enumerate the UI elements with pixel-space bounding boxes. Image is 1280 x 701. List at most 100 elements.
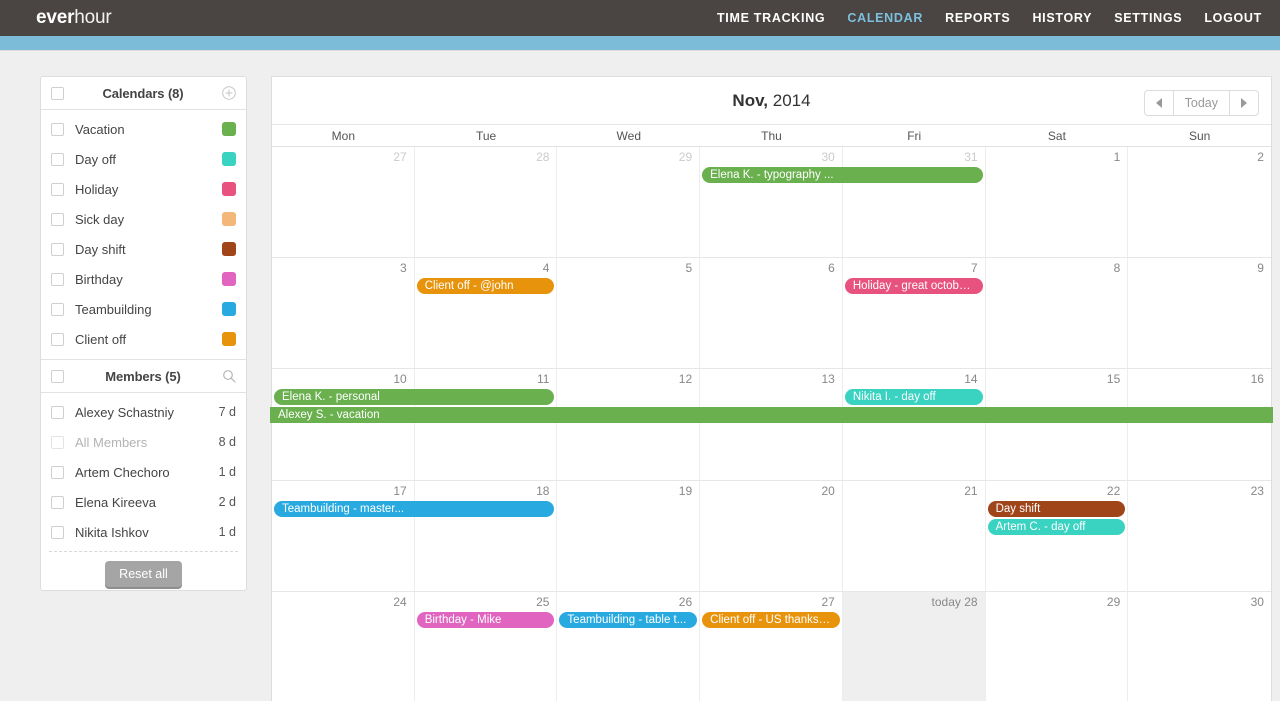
member-filter-row[interactable]: Elena Kireeva 2 d (41, 487, 246, 517)
member-checkbox[interactable] (51, 525, 64, 539)
day-cell[interactable]: 6 (700, 258, 843, 369)
day-cell[interactable]: 28 (415, 147, 558, 258)
calendar-label: Sick day (75, 211, 125, 227)
calendar-event[interactable]: Holiday - great octobe... (844, 278, 983, 295)
day-cell[interactable]: 8 (986, 258, 1129, 369)
dow-fri: Fri (907, 128, 922, 143)
calendar-filter-row[interactable]: Teambuilding (41, 294, 246, 324)
day-cell[interactable]: 29 (557, 147, 701, 258)
day-cell[interactable]: 29 (986, 591, 1129, 701)
day-number: 30 (821, 150, 835, 164)
calendar-checkbox[interactable] (51, 242, 64, 256)
calendar-event[interactable]: Artem C. - day off (987, 518, 1126, 535)
day-cell[interactable]: 31 (843, 147, 986, 258)
member-name: Nikita Ishkov (75, 524, 149, 540)
day-number: 6 (828, 261, 835, 276)
members-panel-header: Members (5) (41, 360, 246, 393)
day-number: 10 (393, 372, 407, 387)
day-number: 28 (536, 150, 550, 164)
member-checkbox[interactable] (51, 405, 64, 419)
calendar-filter-row[interactable]: Vacation (41, 114, 246, 144)
search-members-icon[interactable] (222, 369, 236, 383)
member-name: Artem Chechoro (75, 464, 170, 480)
calendar-checkbox[interactable] (51, 122, 64, 136)
member-name: Alexey Schastniy (75, 404, 174, 420)
calendar-filter-row[interactable]: Holiday (41, 174, 246, 204)
nav-item-calendar[interactable]: CALENDAR (847, 11, 923, 25)
calendar-label: Birthday (75, 271, 123, 287)
member-days-count: 1 d (218, 465, 236, 479)
calendar-filter-row[interactable]: Birthday (41, 264, 246, 294)
calendar-filter-row[interactable]: Sick day (41, 204, 246, 234)
day-cell[interactable]: 26 (557, 591, 701, 701)
day-cell[interactable]: 1 (986, 147, 1129, 258)
logo-light-text: hour (74, 7, 112, 28)
day-number: 14 (964, 372, 978, 387)
day-cell[interactable]: 3 (272, 258, 415, 369)
calendar-event[interactable]: Elena K. - typography ... (702, 167, 983, 183)
calendar-event[interactable]: Alexey S. - vacation (270, 407, 1273, 424)
calendar-checkbox[interactable] (51, 302, 64, 316)
week-day-cells: 24 25 26 27 today 28 29 30 (272, 591, 1271, 701)
calendar-checkbox[interactable] (51, 272, 64, 286)
day-cell[interactable]: 4 (415, 258, 558, 369)
day-cell[interactable]: 30 (1128, 592, 1271, 701)
dow-tue: Tue (475, 128, 497, 143)
member-filter-row[interactable]: Nikita Ishkov 1 d (41, 517, 246, 547)
member-filter-row[interactable]: All Members 8 d (41, 427, 246, 457)
member-checkbox[interactable] (51, 495, 64, 509)
calendar-event[interactable]: Client off - @john (416, 278, 555, 295)
calendar-event[interactable]: Teambuilding - table t... (559, 611, 698, 628)
calendar-filter-row[interactable]: Client off (41, 324, 246, 354)
calendar-checkbox[interactable] (51, 212, 64, 226)
calendar-event[interactable]: Day shift (987, 500, 1126, 517)
calendar-event[interactable]: Client off - US thanksg... (702, 611, 840, 628)
member-name: All Members (75, 434, 148, 450)
members-select-all-checkbox[interactable] (51, 369, 64, 383)
nav-item-history[interactable]: HISTORY (1032, 11, 1092, 25)
nav-item-reports[interactable]: REPORTS (945, 11, 1010, 25)
event-row: Client off - @john Holiday - great octobe… (272, 278, 1271, 295)
calendars-header-label: Calendars (8) (102, 85, 184, 101)
calendar-event[interactable]: Nikita I. - day off (844, 389, 983, 406)
member-filter-row[interactable]: Alexey Schastniy 7 d (41, 397, 246, 427)
today-button[interactable]: Today (1172, 91, 1229, 115)
day-cell[interactable]: 25 (415, 591, 558, 701)
calendar-filter-row[interactable]: Day shift (41, 234, 246, 264)
member-filter-row[interactable]: Artem Chechoro 1 d (41, 457, 246, 487)
day-cell[interactable]: 27 (700, 591, 843, 701)
add-calendar-icon[interactable] (222, 86, 236, 100)
calendar-event[interactable]: Birthday - Mike (416, 611, 555, 628)
day-number: today 28 (931, 594, 978, 609)
calendar-year-label: 2014 (772, 90, 811, 110)
nav-item-time-tracking[interactable]: TIME TRACKING (717, 11, 825, 25)
calendar-color-swatch (222, 182, 236, 196)
calendar-month-label: Nov, (732, 90, 768, 110)
day-cell[interactable]: 24 (272, 591, 415, 701)
day-cell[interactable]: 7 (843, 258, 986, 369)
day-cell[interactable]: 27 (272, 147, 415, 258)
calendar-event[interactable]: Elena K. - personal (274, 389, 555, 406)
calendar-event[interactable]: Teambuilding - master... (274, 500, 555, 517)
calendar-checkbox[interactable] (51, 152, 64, 166)
member-days-count: 1 d (218, 525, 236, 539)
reset-all-button[interactable]: Reset all (105, 561, 182, 587)
calendars-select-all-checkbox[interactable] (51, 86, 64, 100)
day-cell[interactable]: 9 (1128, 258, 1271, 368)
calendar-checkbox[interactable] (51, 182, 64, 196)
member-checkbox[interactable] (51, 465, 64, 479)
nav-item-settings[interactable]: SETTINGS (1114, 11, 1182, 25)
calendar-checkbox[interactable] (51, 332, 64, 346)
calendar-weeks: 27 28 29 30 31 1 2 Elena K. - typography ... 3 4 5… (270, 147, 1273, 701)
calendar-filter-row[interactable]: Day off (41, 144, 246, 174)
day-cell[interactable]: 30 (700, 147, 843, 258)
member-checkbox[interactable] (51, 435, 64, 449)
nav-item-logout[interactable]: LOGOUT (1204, 11, 1262, 25)
day-cell[interactable]: 2 (1128, 147, 1271, 257)
prev-month-button[interactable] (1145, 91, 1173, 115)
day-cell[interactable]: today 28 (842, 591, 986, 701)
next-month-button[interactable] (1229, 91, 1258, 115)
everhour-logo[interactable]: everhour (36, 7, 112, 29)
top-navigation-bar: everhour TIME TRACKING CALENDAR REPORTS HIS… (0, 0, 1280, 36)
day-cell[interactable]: 5 (557, 258, 701, 369)
